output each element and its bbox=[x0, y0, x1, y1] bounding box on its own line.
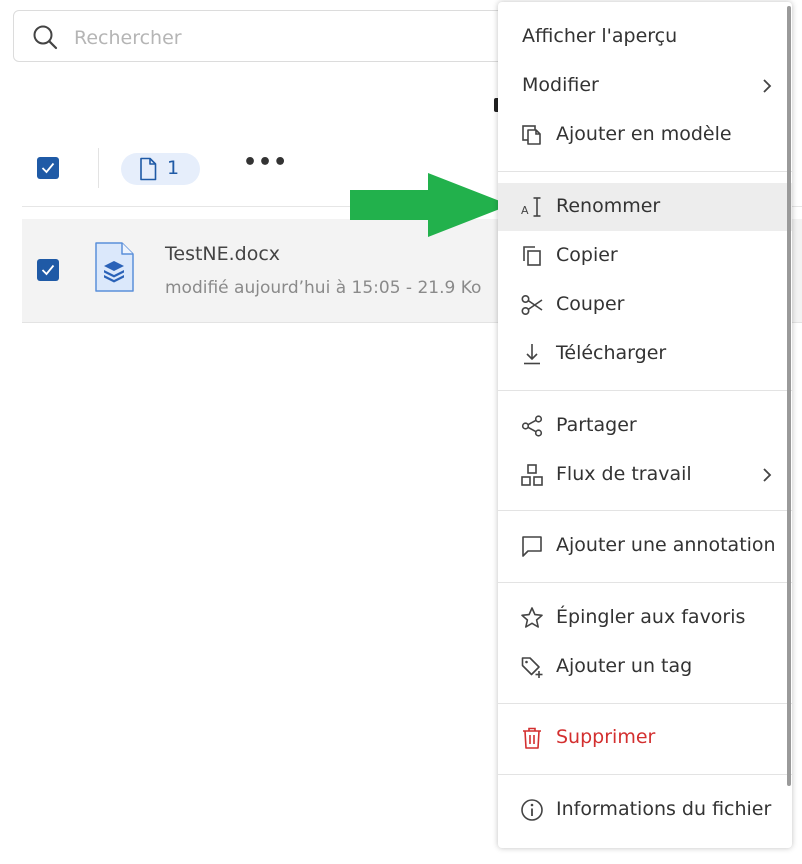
file-icon bbox=[140, 157, 157, 181]
menu-item-label: Ajouter une annotation bbox=[556, 534, 776, 556]
menu-item-label: Flux de travail bbox=[556, 463, 692, 485]
menu-item-label: Ajouter en modèle bbox=[556, 123, 732, 145]
menu-item-label: Informations du fichier bbox=[556, 798, 772, 820]
file-metadata: modifié aujourd’hui à 15:05 - 21.9 Ko bbox=[165, 278, 482, 298]
menu-divider bbox=[498, 774, 792, 775]
menu-item-rename[interactable]: A Renommer bbox=[498, 183, 792, 231]
trash-icon bbox=[523, 727, 541, 749]
menu-divider bbox=[498, 703, 792, 704]
green-arrow-annotation bbox=[350, 173, 510, 237]
download-icon bbox=[524, 344, 540, 365]
file-name[interactable]: TestNE.docx bbox=[165, 243, 280, 265]
search-input[interactable] bbox=[72, 23, 496, 53]
check-icon bbox=[41, 162, 55, 174]
chevron-right-icon bbox=[763, 79, 772, 93]
menu-item-label: Renommer bbox=[556, 195, 661, 217]
scissors-icon bbox=[521, 294, 543, 316]
menu-item-workflow[interactable]: Flux de travail bbox=[498, 451, 792, 499]
star-icon bbox=[521, 607, 543, 628]
search-box[interactable] bbox=[13, 10, 553, 62]
menu-item-label: Épingler aux favoris bbox=[556, 606, 746, 628]
menu-item-share[interactable]: Partager bbox=[498, 402, 792, 450]
menu-item-add-tag[interactable]: Ajouter un tag bbox=[498, 643, 792, 691]
menu-item-cut[interactable]: Couper bbox=[498, 281, 792, 329]
context-menu: Afficher l'aperçu Modifier Ajouter en mo… bbox=[498, 2, 792, 848]
menu-item-label: Modifier bbox=[522, 74, 599, 96]
menu-item-label: Copier bbox=[556, 244, 618, 266]
menu-item-add-template[interactable]: Ajouter en modèle bbox=[498, 111, 792, 159]
more-actions-button[interactable]: ••• bbox=[243, 150, 288, 175]
menu-divider bbox=[498, 582, 792, 583]
copy-icon bbox=[523, 246, 541, 266]
menu-item-download[interactable]: Télécharger bbox=[498, 330, 792, 378]
tag-icon bbox=[521, 657, 543, 678]
menu-item-label: Ajouter un tag bbox=[556, 655, 693, 677]
menu-item-label: Afficher l'aperçu bbox=[522, 25, 678, 47]
svg-text:A: A bbox=[521, 204, 529, 217]
row-checkbox[interactable] bbox=[37, 259, 59, 281]
workflow-icon bbox=[521, 464, 543, 486]
menu-item-copy[interactable]: Copier bbox=[498, 232, 792, 280]
search-icon bbox=[33, 25, 58, 50]
share-icon bbox=[521, 415, 543, 437]
menu-item-file-info[interactable]: Informations du fichier bbox=[498, 786, 792, 834]
comment-icon bbox=[522, 536, 542, 557]
document-file-icon bbox=[95, 242, 134, 292]
menu-item-pin-favorites[interactable]: Épingler aux favoris bbox=[498, 594, 792, 642]
menu-item-annotate[interactable]: Ajouter une annotation bbox=[498, 522, 792, 570]
check-icon bbox=[41, 264, 55, 276]
menu-item-preview[interactable]: Afficher l'aperçu bbox=[498, 13, 792, 61]
select-all-checkbox[interactable] bbox=[37, 157, 59, 179]
chevron-right-icon bbox=[763, 468, 772, 482]
toolbar-divider bbox=[98, 148, 99, 188]
selection-count-badge[interactable]: 1 bbox=[121, 153, 200, 185]
menu-item-label: Couper bbox=[556, 293, 625, 315]
menu-item-label: Télécharger bbox=[556, 342, 667, 364]
selection-count: 1 bbox=[167, 157, 180, 179]
menu-item-label: Supprimer bbox=[556, 726, 656, 748]
menu-divider bbox=[498, 171, 792, 172]
copy-template-icon bbox=[522, 125, 541, 145]
menu-divider bbox=[498, 510, 792, 511]
menu-divider bbox=[498, 390, 792, 391]
menu-item-delete[interactable]: Supprimer bbox=[498, 714, 792, 762]
menu-scrollbar[interactable] bbox=[787, 6, 791, 786]
text-cursor-icon: A bbox=[521, 197, 541, 217]
menu-item-modify[interactable]: Modifier bbox=[498, 62, 792, 110]
menu-item-label: Partager bbox=[556, 414, 637, 436]
info-icon bbox=[521, 799, 543, 821]
